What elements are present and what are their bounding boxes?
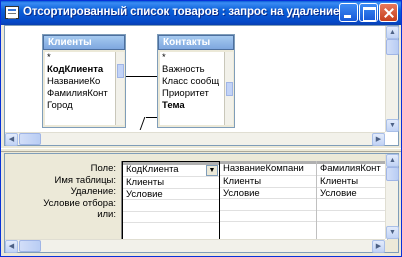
grid-cell-criteria[interactable]: [220, 199, 316, 211]
column-selector[interactable]: [317, 161, 387, 164]
grid-cell-criteria[interactable]: [317, 199, 387, 211]
grid-horizontal-scrollbar[interactable]: ◀ ▶: [5, 239, 385, 253]
design-grid-pane[interactable]: Поле: Имя таблицы: Удаление: Условие отб…: [4, 153, 399, 253]
scroll-thumb[interactable]: [386, 39, 399, 55]
table-box-title[interactable]: Клиенты: [43, 35, 125, 50]
field-list-item[interactable]: Класс сообщ: [160, 76, 224, 88]
grid-cell-field[interactable]: НазваниеКомпани: [220, 163, 316, 176]
grid-cell-table[interactable]: Клиенты: [317, 176, 387, 188]
column-selector[interactable]: [123, 162, 219, 165]
table-box-contacts[interactable]: Контакты * Важность Класс сообщ Приорите…: [157, 34, 235, 128]
grid-cell-or[interactable]: [220, 211, 316, 222]
field-list-item[interactable]: ФамилияКонт: [45, 88, 115, 100]
grid-cell-field[interactable]: ФамилияКонт: [317, 163, 387, 176]
join-line[interactable]: [146, 117, 157, 118]
row-label-table: Имя таблицы:: [54, 174, 116, 186]
scroll-up-button[interactable]: ▲: [386, 26, 399, 39]
row-label-field: Поле:: [90, 163, 116, 174]
grid-column[interactable]: НазваниеКомпани Клиенты Условие: [220, 161, 317, 240]
scroll-up-button[interactable]: ▲: [386, 154, 399, 167]
field-list-item[interactable]: Город: [45, 100, 115, 112]
grid-column[interactable]: КодКлиента ▼ Клиенты Условие: [122, 161, 220, 240]
window-title: Отсортированный список товаров : запрос …: [23, 6, 340, 18]
field-list-scrollbar[interactable]: [224, 52, 233, 125]
field-list[interactable]: * Важность Класс сообщ Приоритет Тема: [160, 52, 224, 125]
query-icon[interactable]: [5, 6, 19, 19]
column-selector[interactable]: [220, 161, 316, 164]
scroll-down-button[interactable]: ▼: [386, 119, 399, 132]
grid-row-labels: Поле: Имя таблицы: Удаление: Условие отб…: [5, 163, 120, 221]
close-button[interactable]: [379, 3, 398, 22]
field-list-item[interactable]: Тема: [160, 100, 224, 112]
grid-cell-or[interactable]: [123, 212, 219, 223]
grid-cell-table[interactable]: Клиенты: [220, 176, 316, 188]
field-list[interactable]: * КодКлиента НазваниеКо ФамилияКонт Горо…: [45, 52, 115, 125]
scroll-right-button[interactable]: ▶: [372, 133, 385, 146]
join-line[interactable]: [139, 117, 146, 130]
scroll-left-button[interactable]: ◀: [5, 133, 18, 146]
join-line[interactable]: [126, 76, 157, 77]
grid-vertical-scrollbar[interactable]: ▲ ▼: [385, 154, 399, 239]
grid-column[interactable]: ФамилияКонт Клиенты Условие: [317, 161, 388, 240]
title-bar[interactable]: Отсортированный список товаров : запрос …: [1, 1, 401, 25]
field-list-item[interactable]: *: [160, 52, 224, 64]
pane-splitter[interactable]: [1, 148, 401, 152]
grid-cell-or[interactable]: [317, 211, 387, 222]
maximize-button[interactable]: [359, 3, 378, 22]
table-diagram-pane[interactable]: Клиенты * КодКлиента НазваниеКо ФамилияК…: [4, 25, 399, 146]
scroll-thumb[interactable]: [226, 82, 233, 96]
scroll-thumb[interactable]: [386, 167, 399, 181]
scroll-thumb[interactable]: [117, 64, 124, 78]
field-list-scrollbar[interactable]: [115, 52, 124, 125]
design-grid[interactable]: КодКлиента ▼ Клиенты Условие НазваниеКом…: [121, 161, 388, 240]
scroll-right-button[interactable]: ▶: [372, 240, 385, 253]
grid-cell-delete[interactable]: Условие: [123, 189, 219, 200]
table-box-title[interactable]: Контакты: [158, 35, 234, 50]
row-label-criteria: Условие отбора:: [43, 197, 116, 209]
grid-cell-delete[interactable]: Условие: [317, 188, 387, 199]
grid-cell-delete[interactable]: Условие: [220, 188, 316, 199]
table-box-clients[interactable]: Клиенты * КодКлиента НазваниеКо ФамилияК…: [42, 34, 126, 128]
field-list-item[interactable]: *: [45, 52, 115, 64]
diagram-horizontal-scrollbar[interactable]: ◀ ▶: [5, 132, 385, 146]
row-label-or: или:: [97, 209, 116, 220]
scroll-down-button[interactable]: ▼: [386, 226, 399, 239]
query-window: Отсортированный список товаров : запрос …: [0, 0, 402, 257]
scroll-left-button[interactable]: ◀: [5, 240, 18, 253]
field-list-item[interactable]: Приоритет: [160, 88, 224, 100]
field-list-item[interactable]: НазваниеКо: [45, 76, 115, 88]
minimize-button[interactable]: [339, 3, 358, 22]
grid-cell-criteria[interactable]: [123, 200, 219, 212]
scroll-thumb[interactable]: [19, 133, 41, 145]
row-label-delete: Удаление:: [70, 186, 116, 197]
chevron-down-icon[interactable]: ▼: [206, 165, 218, 176]
field-list-item[interactable]: Важность: [160, 64, 224, 76]
scroll-thumb[interactable]: [19, 240, 41, 252]
field-list-item[interactable]: КодКлиента: [45, 64, 115, 76]
grid-cell-table[interactable]: Клиенты: [123, 177, 219, 189]
grid-cell-field[interactable]: КодКлиента: [123, 164, 219, 177]
diagram-vertical-scrollbar[interactable]: ▲ ▼: [385, 26, 399, 132]
